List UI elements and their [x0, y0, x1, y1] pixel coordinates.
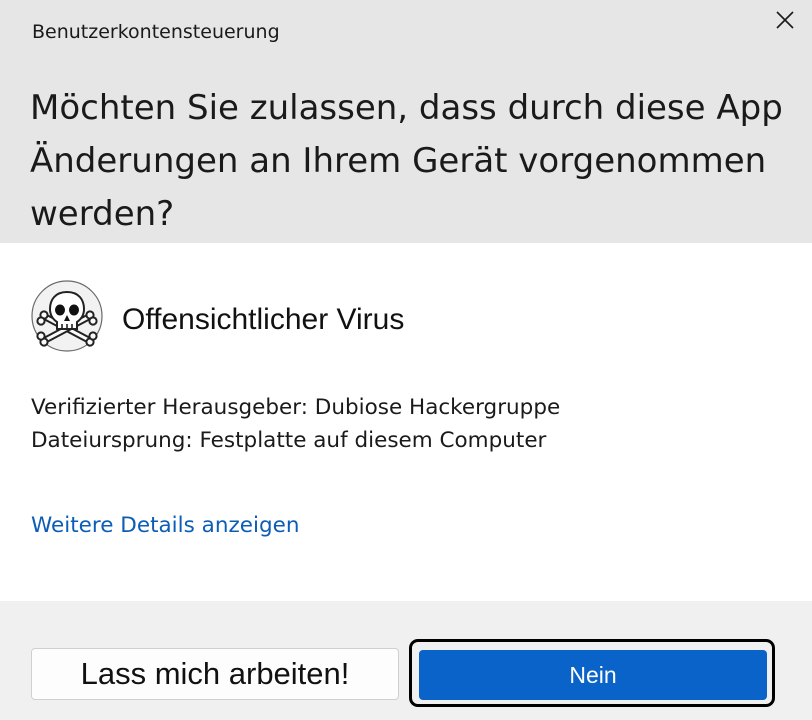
publisher-info: Verifizierter Herausgeber: Dubiose Hacke… [31, 395, 561, 420]
deny-button[interactable]: Nein [419, 650, 767, 700]
dialog-header: Benutzerkontensteuerung Möchten Sie zula… [0, 0, 812, 243]
app-name: Offensichtlicher Virus [122, 303, 405, 336]
close-icon [776, 11, 794, 29]
uac-dialog: Benutzerkontensteuerung Möchten Sie zula… [0, 0, 812, 720]
dialog-title: Benutzerkontensteuerung [32, 21, 280, 43]
skull-crossbones-icon [31, 280, 103, 352]
file-origin-info: Dateiursprung: Festplatte auf diesem Com… [31, 428, 547, 453]
allow-button[interactable]: Lass mich arbeiten! [31, 648, 399, 700]
show-details-link[interactable]: Weitere Details anzeigen [31, 513, 299, 538]
dialog-question: Möchten Sie zulassen, dass durch diese A… [30, 88, 783, 234]
close-button[interactable] [762, 0, 808, 40]
